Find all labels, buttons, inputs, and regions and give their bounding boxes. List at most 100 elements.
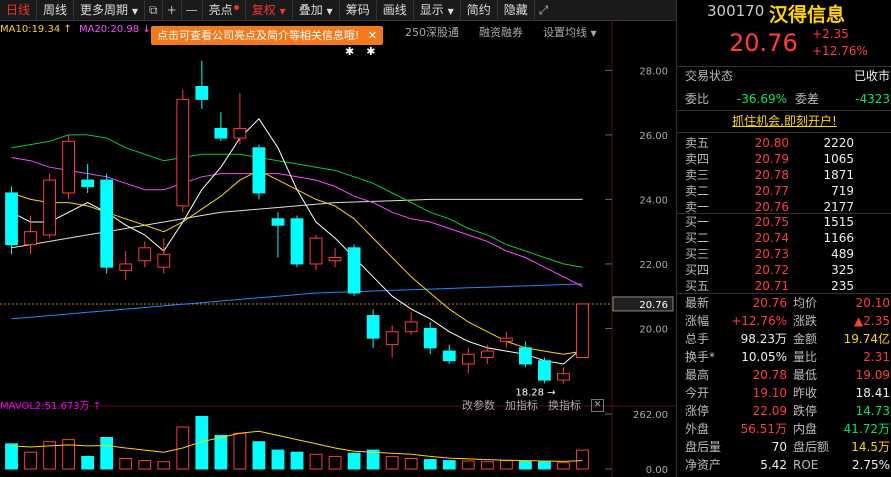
tab-ma-settings[interactable]: 设置均线 ▼ (543, 24, 597, 40)
stat-row: 外盘 56.51万 内盘 41.72万 (677, 421, 891, 438)
stat-value: 14.5万 (851, 440, 890, 454)
stat-value: 41.72万 (843, 422, 890, 436)
stat-label: 内盘 (793, 422, 818, 436)
notification-dot-icon (233, 5, 239, 10)
order-volume: 1515 (823, 215, 854, 229)
candle-body (138, 247, 152, 262)
divider (677, 110, 891, 111)
candle-body (119, 263, 133, 271)
overlay-label: 叠加 (298, 3, 323, 17)
stat-label: 金额 (793, 332, 818, 346)
price-tick-label: 24.00 (639, 195, 668, 206)
candle-body (461, 353, 475, 365)
stat-value: 5.42 (760, 458, 787, 472)
order-level-label: 买二 (685, 231, 710, 245)
simple-button[interactable]: 简约 (461, 0, 498, 20)
adjust-dropdown[interactable]: 复权 ▼ (246, 0, 293, 20)
stat-value: 19.10 (752, 386, 787, 400)
status-value: 已收市 (853, 69, 890, 83)
stat-label: 总手 (685, 332, 710, 346)
change-percent: +12.76% (812, 44, 868, 58)
order-volume: 325 (831, 263, 854, 277)
candle-body (214, 127, 228, 139)
plus-icon[interactable]: + (163, 0, 182, 20)
order-price: 20.72 (754, 263, 789, 277)
order-price: 20.80 (754, 136, 789, 150)
order-price: 20.79 (754, 152, 789, 166)
candle-body (157, 253, 171, 268)
volume-tick-label: 262.00 (633, 410, 668, 421)
order-level-label: 买三 (685, 247, 710, 261)
order-level-label: 买四 (685, 263, 710, 277)
candle-body (24, 231, 37, 246)
chips-button[interactable]: 筹码 (340, 0, 377, 20)
display-dropdown[interactable]: 显示 ▼ (414, 0, 461, 20)
ma60-line (11, 283, 583, 320)
order-level-label: 买一 (685, 215, 710, 229)
open-account-link[interactable]: 抓住机会,即刻开户! (677, 113, 891, 130)
candle-body (518, 347, 532, 365)
order-volume: 1166 (823, 231, 854, 245)
draw-line-button[interactable]: 画线 (377, 0, 414, 20)
caret-down-icon: ▼ (590, 29, 597, 38)
add-indicator-button[interactable]: 加指标 (505, 397, 538, 413)
hide-button[interactable]: 隐藏 (498, 0, 535, 20)
candle-body (576, 303, 589, 359)
stat-label: 涨停 (685, 404, 710, 418)
order-volume: 2220 (823, 136, 854, 150)
candle-body (176, 98, 190, 207)
expand-icon[interactable]: ⤢ (535, 0, 553, 20)
period-day-tab[interactable]: 日线 (0, 0, 38, 20)
volume-bar (214, 434, 228, 470)
change-amount: +2.35 (812, 27, 849, 41)
minus-icon[interactable]: — (182, 0, 203, 20)
more-period-label: 更多周期 (80, 3, 129, 17)
stock-code: 300170 (707, 2, 765, 20)
edit-params-button[interactable]: 改参数 (462, 397, 495, 413)
more-period-dropdown[interactable]: 更多周期 ▼ (74, 0, 146, 20)
stat-value: 22.09 (752, 404, 787, 418)
stat-row: 净资产 5.42 ROE 2.75% (677, 457, 891, 474)
chart-toolbar: 日线 周线 更多周期 ▼ ⧉ + — 亮点 复权 ▼ 叠加 ▼ 筹码 画线 显示… (0, 0, 676, 21)
overlay-dropdown[interactable]: 叠加 ▼ (293, 0, 340, 20)
candle-body (328, 256, 342, 262)
current-price-tag: 20.76 (639, 300, 668, 311)
stat-label: ROE (793, 458, 819, 472)
stat-value: 70 (771, 440, 787, 454)
stat-row: 总手 98.23万 金额 19.74亿 (677, 331, 891, 348)
star-markers: ✱✱ (345, 45, 388, 58)
buy-level-row: 买二 20.74 1166 (677, 230, 891, 247)
sell-level-row: 卖四 20.79 1065 (677, 151, 891, 168)
stat-value: 98.23万 (740, 332, 787, 346)
sell-level-row: 卖三 20.78 1871 (677, 167, 891, 184)
tab-margin[interactable]: 融资融券 (479, 24, 523, 40)
stat-value: 2.31 (863, 350, 890, 364)
volume-bar (157, 461, 171, 470)
fullscreen-icon[interactable]: ⧉ (145, 0, 163, 20)
close-icon[interactable]: ✕ (368, 29, 377, 42)
volume-bar (480, 461, 494, 470)
weibi-row: 委比 -36.69% 委差 -4323 (677, 91, 891, 108)
price-tick-label: 28.00 (639, 66, 668, 77)
tab-sgt[interactable]: 250深股通 (405, 24, 459, 40)
highlights-tooltip[interactable]: 点击可查看公司亮点及简介等相关信息哦! ✕ (151, 26, 384, 45)
period-week-tab[interactable]: 周线 (37, 0, 75, 20)
stat-label: 外盘 (685, 422, 710, 436)
ma-settings-label: 设置均线 (543, 26, 587, 39)
candle-body (233, 127, 247, 139)
highlights-button[interactable]: 亮点 (203, 0, 246, 20)
stat-label: 涨幅 (685, 314, 710, 328)
caret-down-icon: ▼ (326, 7, 333, 16)
volume-bar (518, 460, 532, 470)
stat-label: 最高 (685, 368, 710, 382)
close-icon[interactable]: ✕ (591, 398, 604, 412)
switch-indicator-button[interactable]: 换指标 (548, 397, 581, 413)
sell-level-row: 卖五 20.80 2220 (677, 135, 891, 152)
volume-bar (81, 455, 95, 470)
candle-body (499, 337, 513, 342)
order-level-label: 卖二 (685, 184, 710, 198)
candle-body (309, 237, 323, 265)
volume-bar (557, 462, 570, 470)
candle-body (5, 192, 18, 246)
candle-body (538, 360, 551, 381)
